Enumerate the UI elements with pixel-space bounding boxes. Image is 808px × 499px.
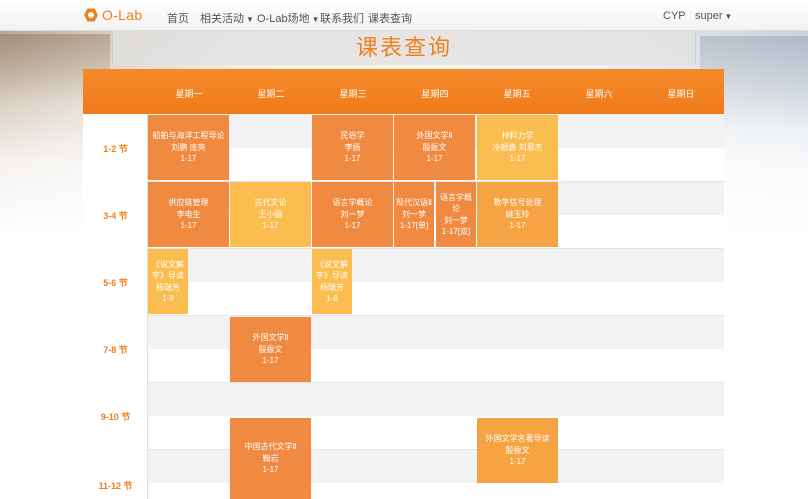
course-weeks: 1-17	[344, 221, 361, 231]
course-teacher: 刘一梦	[444, 215, 468, 225]
course-name: 外国文学Ⅱ	[252, 333, 289, 343]
row-divider	[148, 315, 724, 316]
course-teacher: 刘鹏 庞亮	[171, 142, 206, 152]
course-name: 中国古代文学Ⅱ	[244, 442, 297, 452]
day-header-thu: 星期四	[421, 89, 449, 99]
course-name: 语言学概论	[332, 198, 373, 208]
course-block[interactable]: 古代文论 王小丽 1-17	[230, 182, 311, 247]
course-block[interactable]: 数字信号处理 姚玉玲 1-17	[477, 182, 558, 247]
course-block[interactable]: 外国文学名著导读 殷振文 1-17	[477, 418, 558, 483]
period-label: 11-12 节	[98, 481, 133, 491]
course-weeks: 1-17	[262, 356, 279, 366]
course-name: 船舶与海洋工程导论	[152, 131, 225, 141]
course-name: 《说文解字》导读	[152, 259, 184, 281]
course-name: 外国文学Ⅱ	[416, 131, 453, 141]
caret-down-icon: ▼	[246, 15, 254, 24]
course-weeks: 1-8	[326, 293, 338, 303]
nav-activities[interactable]: 相关活动 ▼	[200, 10, 254, 26]
course-block[interactable]: 供应链管理 李电生 1-17	[148, 182, 229, 247]
course-teacher: 鞠岩	[262, 453, 279, 463]
period-column	[83, 114, 148, 499]
navbar: O-Lab 首页 相关活动 ▼ O-Lab场地 ▼ 联系我们 课表查询 CYP su…	[0, 0, 808, 31]
course-name: 材料力学	[501, 131, 534, 141]
course-weeks: 1-17	[426, 154, 443, 164]
period-label: 3-4 节	[103, 211, 128, 221]
course-weeks: 1-17	[344, 154, 361, 164]
course-weeks: 1-8	[162, 293, 174, 303]
row-divider	[148, 382, 724, 383]
course-teacher: 刘一梦	[402, 209, 426, 219]
nav-user-menu[interactable]: super ▼	[695, 10, 732, 22]
course-block[interactable]: 语言学概论 刘一梦 1-17	[312, 182, 393, 247]
nav-contact[interactable]: 联系我们	[320, 10, 364, 26]
course-teacher: 冷颜鑫 刘恩杰	[492, 142, 543, 152]
course-teacher: 杨瑞芳	[156, 282, 180, 292]
course-weeks: 1-17	[180, 154, 197, 164]
period-label: 1-2 节	[103, 144, 128, 154]
course-block[interactable]: 语言学概论 刘一梦 1-17[双]	[436, 182, 476, 247]
course-name: 语言学概论	[440, 192, 472, 214]
row-divider	[148, 248, 724, 249]
course-block[interactable]: 现代汉语Ⅱ 刘一梦 1-17[单]	[394, 182, 434, 247]
course-block[interactable]: 材料力学 冷颜鑫 刘恩杰 1-17	[477, 115, 558, 180]
page-title: 课表查询	[355, 35, 452, 60]
row-stripe	[148, 382, 724, 416]
course-weeks: 1-17[双]	[441, 226, 471, 236]
course-weeks: 1-17	[180, 221, 197, 231]
day-header-mon: 星期一	[175, 89, 203, 99]
course-name: 数字信号处理	[493, 198, 542, 208]
period-label: 7-8 节	[103, 345, 128, 355]
nav-home[interactable]: 首页	[167, 10, 189, 26]
course-teacher: 李扬	[344, 142, 361, 152]
course-name: 古代文论	[254, 198, 287, 208]
course-teacher: 姚玉玲	[505, 209, 530, 219]
brand-logo[interactable]: O-Lab	[84, 7, 142, 23]
course-name: 民俗学	[340, 131, 365, 141]
course-teacher: 殷振文	[258, 344, 283, 354]
nav-user-org[interactable]: CYP	[663, 10, 686, 22]
caret-down-icon: ▼	[311, 15, 320, 24]
course-name: 供应链管理	[168, 198, 209, 208]
day-header-wed: 星期三	[339, 89, 367, 99]
course-block[interactable]: 《说文解字》导读 杨瑞芳 1-8	[148, 249, 188, 314]
course-weeks: 1-17	[262, 221, 279, 231]
course-weeks: 1-17	[509, 221, 526, 231]
day-header-fri: 星期五	[503, 89, 531, 99]
course-block[interactable]: 船舶与海洋工程导论 刘鹏 庞亮 1-17	[148, 115, 229, 180]
course-teacher: 杨瑞芳	[320, 282, 344, 292]
course-name: 外国文学名著导读	[485, 434, 550, 444]
course-teacher: 王小丽	[258, 209, 283, 219]
row-stripe	[148, 248, 724, 282]
course-teacher: 殷振文	[422, 142, 447, 152]
course-weeks: 1-17	[509, 154, 526, 164]
course-name: 《说文解字》导读	[316, 259, 348, 281]
course-weeks: 1-17	[262, 465, 279, 475]
page-title-band: 课表查询	[112, 31, 696, 65]
course-weeks: 1-17	[509, 457, 526, 467]
course-teacher: 殷振文	[505, 445, 530, 455]
course-name: 现代汉语Ⅱ	[396, 198, 432, 208]
course-block[interactable]: 外国文学Ⅱ 殷振文 1-17	[230, 317, 311, 382]
day-header-tue: 星期二	[257, 89, 285, 99]
course-block[interactable]: 外国文学Ⅱ 殷振文 1-17	[394, 115, 475, 180]
course-weeks: 1-17[单]	[399, 221, 429, 231]
course-teacher: 李电生	[176, 209, 201, 219]
nav-schedule[interactable]: 课表查询	[368, 10, 412, 26]
nav-venues[interactable]: O-Lab场地 ▼	[257, 10, 320, 26]
timetable: 星期一 星期二 星期三 星期四 星期五 星期六 星期日 1-2 节 3-4 节 …	[83, 69, 724, 499]
caret-down-icon: ▼	[724, 12, 733, 21]
period-label: 9-10 节	[100, 412, 131, 422]
hexagon-logo-icon	[84, 8, 98, 22]
day-header-sat: 星期六	[585, 89, 613, 99]
period-label: 5-6 节	[103, 278, 128, 288]
course-block[interactable]: 中国古代文学Ⅱ 鞠岩 1-17	[230, 418, 311, 499]
brand-name: O-Lab	[102, 7, 143, 23]
course-teacher: 刘一梦	[340, 209, 365, 219]
course-block[interactable]: 《说文解字》导读 杨瑞芳 1-8	[312, 249, 352, 314]
timetable-header: 星期一 星期二 星期三 星期四 星期五 星期六 星期日	[83, 69, 724, 114]
day-header-sun: 星期日	[667, 89, 695, 99]
course-block[interactable]: 民俗学 李扬 1-17	[312, 115, 393, 180]
